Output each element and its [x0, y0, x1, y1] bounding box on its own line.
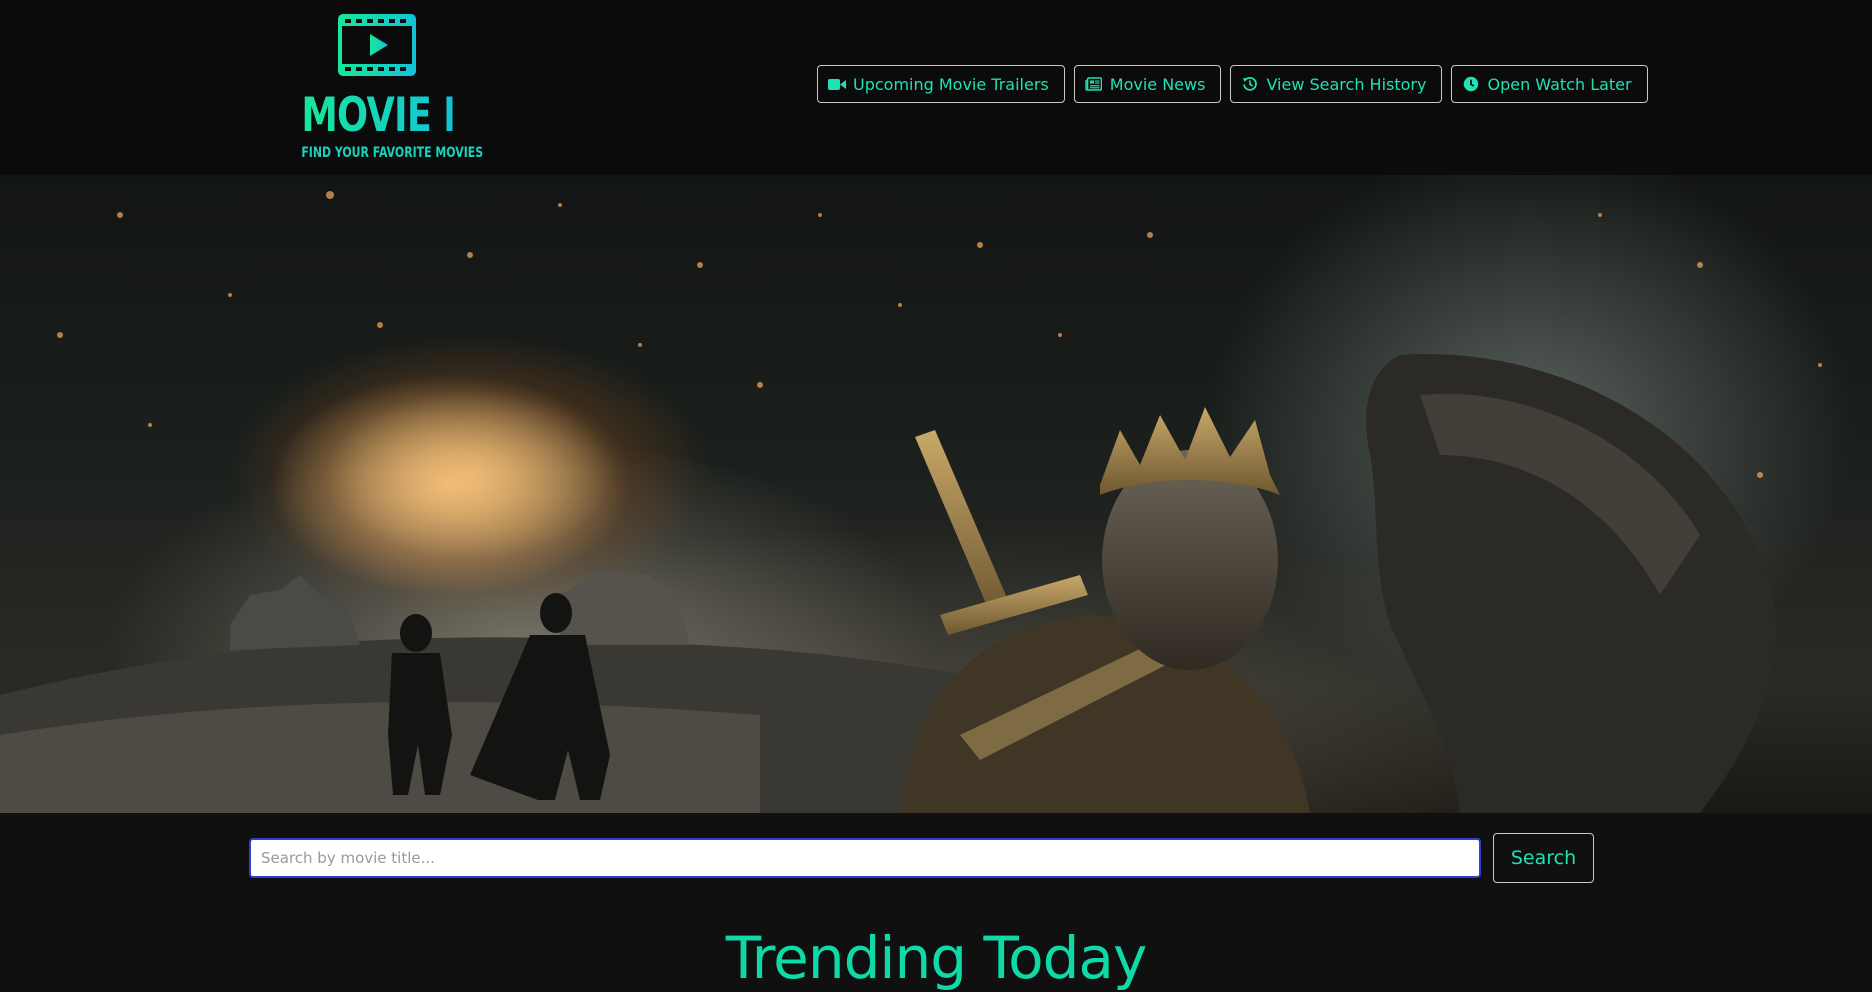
search-bar: Search [249, 833, 1594, 883]
watch-later-button[interactable]: Open Watch Later [1451, 65, 1648, 103]
upcoming-trailers-button[interactable]: Upcoming Movie Trailers [817, 65, 1065, 103]
video-camera-icon [828, 76, 846, 92]
search-input[interactable] [249, 838, 1481, 878]
hero-illustration [0, 191, 1822, 813]
nav-label: Movie News [1109, 74, 1206, 94]
site-header: MOVIE BUFF FIND YOUR FAVORITE MOVIES Upc… [0, 0, 1872, 175]
history-icon [1241, 76, 1259, 92]
hero-banner-image [0, 175, 1872, 813]
brand-title: MOVIE BUFF [301, 88, 548, 143]
newspaper-icon [1085, 76, 1103, 92]
clock-icon [1462, 76, 1480, 92]
site-logo[interactable]: MOVIE BUFF FIND YOUR FAVORITE MOVIES [280, 12, 549, 161]
film-play-icon [338, 14, 416, 76]
brand-tagline: FIND YOUR FAVORITE MOVIES [301, 145, 484, 161]
nav-label: Upcoming Movie Trailers [853, 74, 1049, 94]
nav-label: View Search History [1266, 74, 1427, 94]
nav-label: Open Watch Later [1487, 74, 1632, 94]
search-button[interactable]: Search [1493, 833, 1594, 883]
main-nav: Upcoming Movie Trailers Movie News View … [817, 65, 1648, 103]
movie-news-button[interactable]: Movie News [1073, 65, 1222, 103]
section-heading: Trending Today [725, 924, 1148, 992]
search-history-button[interactable]: View Search History [1230, 65, 1443, 103]
